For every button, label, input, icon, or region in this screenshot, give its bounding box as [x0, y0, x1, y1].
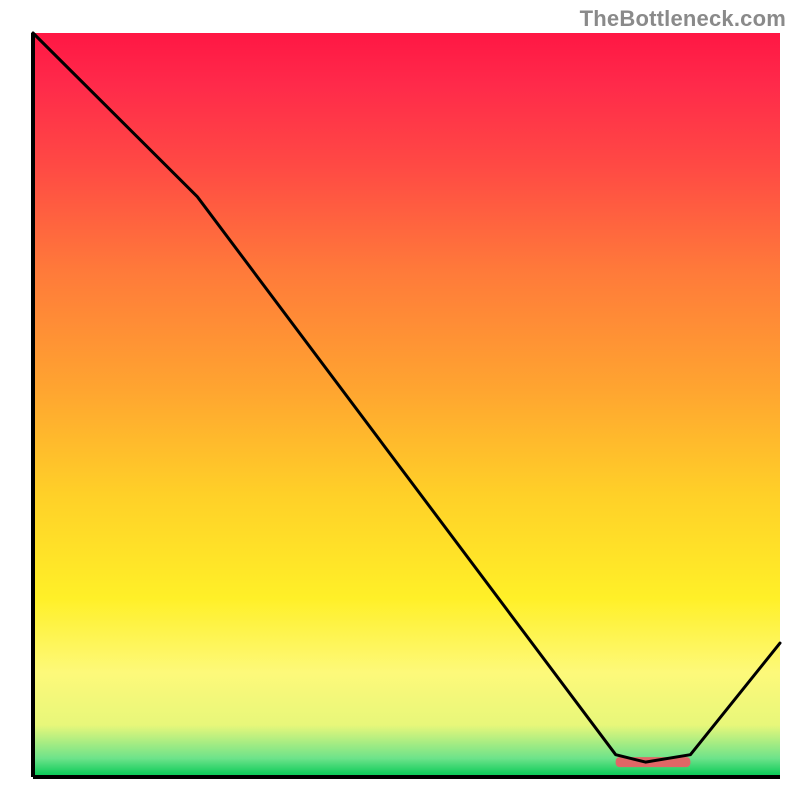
chart-stage: TheBottleneck.com	[0, 0, 800, 800]
bottleneck-chart	[0, 0, 800, 800]
watermark-label: TheBottleneck.com	[580, 6, 786, 32]
